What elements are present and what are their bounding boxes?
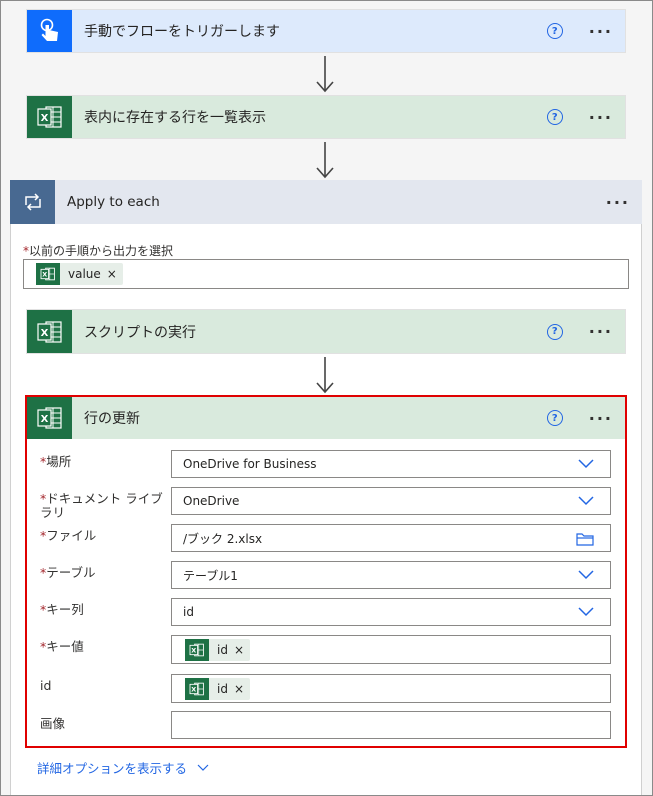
key-value-input[interactable]: X id ×: [171, 635, 611, 664]
more-options-icon[interactable]: ···: [589, 22, 613, 41]
list-rows-title: 表内に存在する行を一覧表示: [84, 110, 266, 126]
image-input[interactable]: [171, 711, 611, 739]
key-column-dropdown[interactable]: id: [171, 598, 611, 626]
help-icon[interactable]: ?: [546, 23, 563, 39]
help-icon[interactable]: ?: [546, 410, 563, 426]
table-dropdown[interactable]: テーブル1: [171, 561, 611, 589]
svg-text:X: X: [42, 270, 47, 278]
dynamic-token[interactable]: X id ×: [185, 638, 251, 661]
more-options-icon[interactable]: ···: [606, 193, 630, 212]
select-output-input[interactable]: X value ×: [23, 259, 629, 289]
remove-token-icon[interactable]: ×: [232, 643, 250, 657]
more-options-icon[interactable]: ···: [589, 409, 613, 428]
arrow-down-icon: [316, 357, 334, 394]
location-dropdown[interactable]: OneDrive for Business: [171, 450, 611, 478]
more-options-icon[interactable]: ···: [589, 322, 613, 341]
run-script-title: スクリプトの実行: [84, 324, 196, 341]
excel-icon: X: [185, 677, 209, 700]
image-label: 画像: [40, 716, 66, 731]
svg-text:X: X: [40, 113, 48, 124]
id-label: id: [40, 678, 52, 693]
remove-token-icon[interactable]: ×: [105, 267, 123, 281]
dynamic-token[interactable]: X id ×: [185, 677, 251, 700]
chevron-down-icon: [197, 764, 209, 771]
file-input[interactable]: /ブック 2.xlsx: [171, 524, 611, 552]
excel-icon: X: [27, 397, 72, 439]
apply-to-each-header[interactable]: Apply to each ···: [10, 180, 642, 224]
arrow-down-icon: [316, 56, 334, 93]
list-rows-card[interactable]: X 表内に存在する行を一覧表示 ? ···: [26, 95, 626, 139]
apply-to-each-title: Apply to each: [67, 194, 160, 210]
svg-text:X: X: [40, 328, 48, 339]
excel-icon: X: [27, 310, 72, 353]
svg-text:X: X: [40, 414, 48, 425]
chevron-down-icon: [578, 607, 594, 617]
excel-icon: X: [185, 638, 209, 661]
folder-icon[interactable]: [576, 532, 594, 546]
update-row-card[interactable]: X 行の更新 ? ···: [27, 397, 625, 439]
trigger-title: 手動でフローをトリガーします: [84, 24, 280, 40]
id-input[interactable]: X id ×: [171, 674, 611, 703]
chevron-down-icon: [578, 496, 594, 506]
excel-icon: X: [27, 96, 72, 138]
chevron-down-icon: [578, 570, 594, 580]
help-icon[interactable]: ?: [546, 323, 563, 340]
key-value-label: *キー値: [40, 639, 84, 654]
loop-icon: [10, 180, 55, 224]
help-icon[interactable]: ?: [546, 109, 563, 125]
location-label: *場所: [40, 454, 72, 469]
remove-token-icon[interactable]: ×: [232, 682, 250, 696]
key-column-label: *キー列: [40, 602, 84, 617]
svg-text:X: X: [191, 685, 196, 693]
excel-icon: X: [36, 263, 60, 285]
file-label: *ファイル: [40, 528, 97, 543]
svg-text:X: X: [191, 646, 196, 654]
arrow-down-icon: [316, 142, 334, 179]
table-label: *テーブル: [40, 565, 96, 580]
library-label: *ドキュメント ライブラリ: [40, 491, 163, 520]
update-row-title: 行の更新: [84, 411, 140, 427]
run-script-card[interactable]: X スクリプトの実行 ? ···: [26, 309, 626, 354]
library-dropdown[interactable]: OneDrive: [171, 487, 611, 515]
select-output-label: *以前の手順から出力を選択: [23, 244, 174, 258]
more-options-icon[interactable]: ···: [589, 108, 613, 127]
trigger-card[interactable]: 手動でフローをトリガーします ? ···: [26, 9, 626, 53]
chevron-down-icon: [578, 459, 594, 469]
advanced-options-link[interactable]: 詳細オプションを表示する: [37, 758, 209, 777]
dynamic-token[interactable]: X value ×: [36, 263, 123, 285]
touch-icon: [27, 10, 72, 52]
